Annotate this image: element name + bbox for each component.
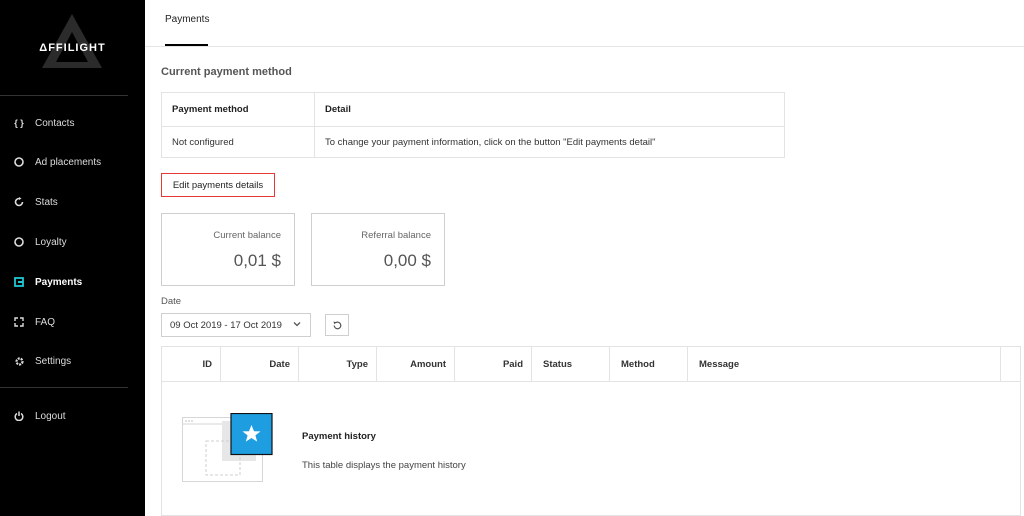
balance-value: 0,01 $: [233, 251, 281, 270]
chevron-down-icon: [293, 322, 301, 327]
payment-history-table: ID Date Type Amount Paid Status Method M…: [161, 346, 1021, 516]
table-row: Not configured To change your payment in…: [161, 126, 785, 158]
sidebar-item-ad-placements[interactable]: Ad placements: [0, 152, 145, 172]
sidebar-item-faq[interactable]: FAQ: [0, 312, 145, 332]
table-header-row: ID Date Type Amount Paid Status Method M…: [162, 347, 1020, 382]
sidebar-divider: [0, 95, 128, 96]
sidebar-divider: [0, 387, 128, 388]
logo[interactable]: ΔFFILIGHT: [0, 12, 145, 72]
logout-button[interactable]: Logout: [0, 406, 145, 426]
sidebar-item-label: Stats: [35, 196, 58, 208]
power-icon: [13, 410, 25, 422]
sidebar-item-stats[interactable]: Stats: [0, 192, 145, 212]
balance-label: Current balance: [213, 230, 281, 241]
refresh-icon: [13, 196, 25, 208]
tab-payments[interactable]: Payments: [165, 14, 209, 25]
date-range-value: 09 Oct 2019 - 17 Oct 2019: [170, 319, 282, 331]
column-header-amount[interactable]: Amount: [377, 347, 455, 382]
payment-method-detail: To change your payment information, clic…: [314, 126, 785, 158]
date-range-picker[interactable]: 09 Oct 2019 - 17 Oct 2019: [161, 313, 311, 337]
current-balance-card: Current balance 0,01 $: [161, 213, 295, 286]
expand-icon: [13, 316, 25, 328]
logout-label: Logout: [35, 410, 66, 422]
empty-state-description: This table displays the payment history: [302, 460, 466, 471]
table-header-row: Payment method Detail: [161, 92, 785, 127]
top-tab-bar: Payments: [145, 0, 1024, 47]
gear-icon: [13, 355, 25, 367]
reset-date-button[interactable]: [325, 314, 349, 336]
balance-label: Referral balance: [361, 230, 431, 241]
sidebar-item-label: FAQ: [35, 316, 56, 328]
sidebar-item-label: Loyalty: [35, 236, 67, 248]
sidebar: ΔFFILIGHT { } Contacts Ad placements Sta…: [0, 0, 145, 516]
edit-payments-details-button[interactable]: Edit payments details: [161, 173, 275, 197]
payment-method-value: Not configured: [161, 126, 315, 158]
column-header: Detail: [314, 92, 785, 127]
sidebar-item-settings[interactable]: Settings: [0, 351, 145, 371]
refresh-icon: [333, 321, 341, 329]
column-header-id[interactable]: ID: [162, 347, 221, 382]
column-header-date[interactable]: Date: [221, 347, 299, 382]
column-header-method[interactable]: Method: [610, 347, 688, 382]
referral-balance-card: Referral balance 0,00 $: [311, 213, 445, 286]
circle-icon: [13, 156, 25, 168]
empty-state-title: Payment history: [302, 431, 376, 442]
sidebar-item-label: Contacts: [35, 117, 75, 129]
column-header-paid[interactable]: Paid: [455, 347, 532, 382]
date-label: Date: [161, 296, 182, 307]
brand-name: ΔFFILIGHT: [39, 42, 106, 54]
active-tab-indicator: [165, 44, 208, 46]
sidebar-item-label: Settings: [35, 355, 72, 367]
empty-state-illustration: [182, 413, 273, 482]
braces-icon: { }: [14, 118, 24, 128]
sidebar-item-contacts[interactable]: { } Contacts: [0, 113, 145, 133]
column-header: Payment method: [161, 92, 315, 127]
logo-triangle-icon: [42, 14, 102, 68]
section-title: Current payment method: [161, 66, 292, 78]
sidebar-item-label: Payments: [35, 276, 83, 288]
column-header-type[interactable]: Type: [299, 347, 377, 382]
payment-icon: [13, 276, 25, 288]
payment-method-table: Payment method Detail Not configured To …: [161, 92, 785, 158]
balance-value: 0,00 $: [383, 251, 431, 270]
sidebar-item-loyalty[interactable]: Loyalty: [0, 232, 145, 252]
column-header-status[interactable]: Status: [532, 347, 610, 382]
sidebar-item-payments[interactable]: Payments: [0, 272, 145, 292]
sidebar-item-label: Ad placements: [35, 156, 102, 168]
circle-icon: [13, 236, 25, 248]
column-header-message[interactable]: Message: [688, 347, 1001, 382]
